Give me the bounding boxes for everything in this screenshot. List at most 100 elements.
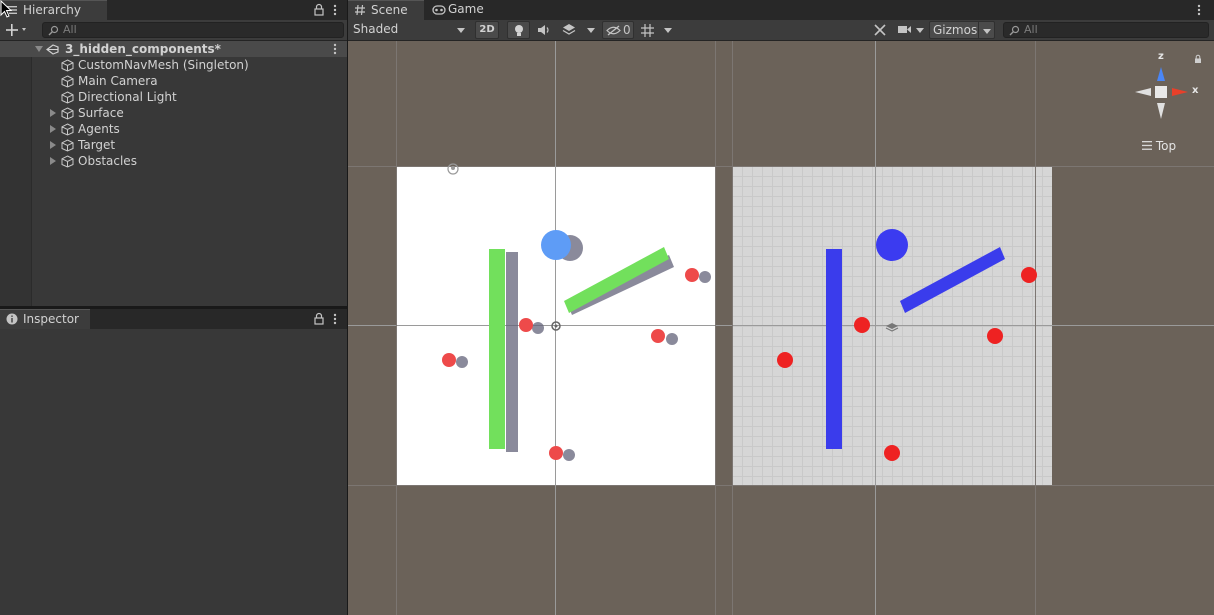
- audio-toggle[interactable]: [533, 21, 555, 39]
- axis-neg-z-cone[interactable]: [1157, 103, 1165, 119]
- green-wall-obstacle[interactable]: [489, 249, 505, 449]
- search-icon: [48, 25, 59, 36]
- agent-sphere[interactable]: [549, 446, 563, 460]
- camera-dropdown[interactable]: [895, 21, 927, 39]
- lock-icon[interactable]: [312, 3, 326, 17]
- gamepad-icon: [432, 5, 446, 15]
- gameobject-cube-icon: [61, 75, 74, 88]
- hierarchy-item[interactable]: Obstacles: [0, 153, 347, 169]
- blue-wall-obstacle[interactable]: [826, 249, 842, 449]
- hierarchy-search-placeholder: All: [63, 23, 77, 36]
- mode-2d-label: 2D: [479, 24, 495, 35]
- scene-toolbar: Shaded 2D 0 Gizmos All: [348, 20, 1214, 41]
- mouse-cursor-icon: [0, 0, 12, 18]
- expand-arrow-icon[interactable]: [35, 45, 43, 53]
- hierarchy-item[interactable]: Directional Light: [0, 89, 347, 105]
- scene-name: 3_hidden_components*: [65, 42, 221, 56]
- hierarchy-item-label: Agents: [78, 122, 120, 136]
- gizmos-dropdown[interactable]: Gizmos: [929, 21, 995, 39]
- tab-hierarchy[interactable]: Hierarchy: [0, 0, 107, 20]
- gameobject-cube-icon: [61, 123, 74, 136]
- left-panel: Hierarchy All 3_hidden_components* Custo…: [0, 0, 347, 615]
- tab-inspector[interactable]: Inspector: [0, 309, 90, 329]
- hierarchy-item[interactable]: Target: [0, 137, 347, 153]
- more-options-icon[interactable]: [328, 3, 342, 17]
- chevron-down-icon: [664, 28, 672, 33]
- tab-game[interactable]: Game: [425, 0, 495, 20]
- agent-sphere[interactable]: [854, 317, 870, 333]
- gizmo-center-cube[interactable]: [1155, 86, 1167, 98]
- tools-button[interactable]: [870, 21, 890, 39]
- green-diagonal-obstacle[interactable]: [564, 247, 669, 313]
- lock-icon[interactable]: [1193, 54, 1203, 64]
- agent-sphere[interactable]: [442, 353, 456, 367]
- camera-icon: [898, 26, 911, 33]
- grid-snap-dropdown[interactable]: [638, 21, 676, 39]
- add-object-button[interactable]: [5, 23, 31, 37]
- scene-viewport[interactable]: z x Top: [348, 41, 1214, 615]
- effects-dropdown[interactable]: [559, 21, 599, 39]
- scene-panel: Scene Game Shaded 2D 0 Gizmos All z x To…: [348, 0, 1214, 615]
- agent-sphere[interactable]: [1021, 267, 1037, 283]
- hierarchy-item[interactable]: Agents: [0, 121, 347, 137]
- axis-neg-x-cone[interactable]: [1135, 88, 1151, 96]
- hidden-objects-toggle[interactable]: 0: [602, 21, 634, 39]
- obstacle-shadow: [506, 252, 518, 452]
- chevron-down-icon: [916, 28, 924, 33]
- pivot-gizmo-icon[interactable]: [551, 321, 561, 331]
- axis-z-cone[interactable]: [1157, 67, 1165, 81]
- navmesh-gizmo-icon[interactable]: [885, 323, 899, 332]
- axis-x-label: x: [1192, 85, 1199, 96]
- grid-icon: [641, 24, 654, 37]
- agent-sphere[interactable]: [987, 328, 1003, 344]
- scene-search-input[interactable]: All: [1003, 22, 1209, 38]
- agent-sphere[interactable]: [777, 352, 793, 368]
- gameobject-cube-icon: [61, 107, 74, 120]
- hierarchy-item-label: Main Camera: [78, 74, 158, 88]
- tab-game-label: Game: [448, 2, 484, 16]
- collapsed-arrow-icon[interactable]: [49, 157, 57, 165]
- agent-sphere[interactable]: [519, 318, 533, 332]
- agent-shadow: [563, 449, 575, 461]
- speaker-icon: [538, 25, 549, 35]
- hierarchy-item[interactable]: Main Camera: [0, 73, 347, 89]
- target-sphere[interactable]: [541, 230, 571, 260]
- agent-sphere[interactable]: [884, 445, 900, 461]
- hierarchy-item-label: CustomNavMesh (Singleton): [78, 58, 249, 72]
- draw-mode-dropdown[interactable]: Shaded: [349, 21, 469, 39]
- hierarchy-tabbar: Hierarchy: [0, 0, 347, 20]
- hierarchy-item[interactable]: Surface: [0, 105, 347, 121]
- collapsed-arrow-icon[interactable]: [49, 125, 57, 133]
- agent-sphere[interactable]: [685, 268, 699, 282]
- axis-x-cone[interactable]: [1172, 88, 1188, 96]
- agent-shadow: [456, 356, 468, 368]
- mode-2d-toggle[interactable]: 2D: [475, 21, 499, 39]
- gizmos-label: Gizmos: [933, 23, 978, 37]
- orientation-text: Top: [1155, 139, 1177, 153]
- directional-light-gizmo[interactable]: [447, 163, 459, 175]
- more-options-icon[interactable]: [328, 312, 342, 326]
- inspector-body: [0, 329, 347, 615]
- view-orientation-label[interactable]: Top: [1142, 139, 1176, 153]
- agent-shadow: [532, 322, 544, 334]
- lock-icon[interactable]: [312, 312, 326, 326]
- tab-scene[interactable]: Scene: [348, 0, 424, 20]
- hierarchy-item-label: Target: [78, 138, 116, 152]
- collapsed-arrow-icon[interactable]: [49, 109, 57, 117]
- lighting-toggle[interactable]: [507, 21, 530, 39]
- hierarchy-search-input[interactable]: All: [42, 22, 344, 38]
- gameobject-cube-icon: [61, 155, 74, 168]
- target-sphere-navmesh[interactable]: [876, 229, 908, 261]
- more-options-icon[interactable]: [1192, 3, 1206, 17]
- scene-menu-icon[interactable]: [328, 42, 342, 56]
- eye-slash-icon: [606, 25, 621, 36]
- blue-diagonal-obstacle[interactable]: [900, 247, 1005, 313]
- scene-objects-layer: [442, 163, 1037, 461]
- orientation-gizmo[interactable]: z x Top: [1128, 47, 1212, 155]
- agent-shadow: [666, 333, 678, 345]
- scene-search-placeholder: All: [1024, 23, 1038, 36]
- collapsed-arrow-icon[interactable]: [49, 141, 57, 149]
- hierarchy-scene-row[interactable]: 3_hidden_components*: [0, 41, 347, 57]
- hierarchy-item[interactable]: CustomNavMesh (Singleton): [0, 57, 347, 73]
- agent-sphere[interactable]: [651, 329, 665, 343]
